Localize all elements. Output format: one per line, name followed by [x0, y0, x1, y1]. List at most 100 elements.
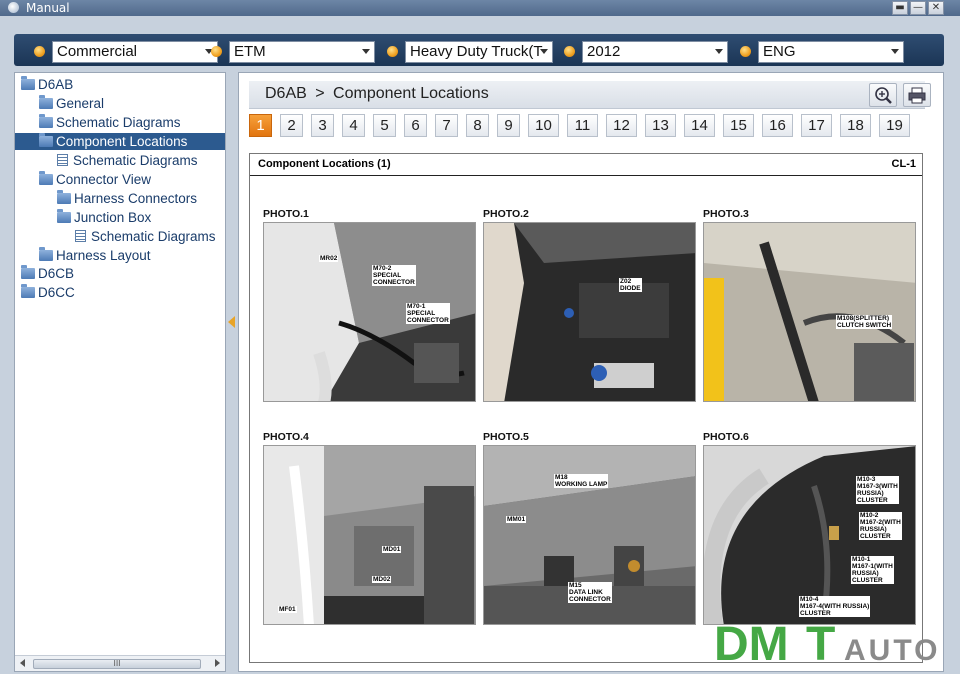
page-button-18[interactable]: 18: [840, 114, 871, 137]
folder-open-icon: [57, 209, 71, 223]
page-number: 2: [287, 117, 296, 134]
model-select[interactable]: Heavy Duty Truck(T: [405, 41, 553, 63]
page-button-3[interactable]: 3: [311, 114, 334, 137]
callout-label: M10-2 M167-2(WITH RUSSIA) CLUSTER: [859, 512, 902, 540]
breadcrumb-root[interactable]: D6AB: [265, 85, 307, 102]
sheet-code: CL-1: [891, 158, 916, 170]
minimize-icon: ▬: [895, 2, 905, 13]
folder-open-icon: [39, 171, 53, 185]
folder-icon: [39, 114, 53, 128]
bullet-icon: [564, 46, 575, 57]
tree-item-harness-connectors[interactable]: Harness Connectors: [57, 190, 197, 207]
folder-icon: [21, 284, 35, 298]
print-button[interactable]: [903, 83, 931, 107]
tree-item-component-schematic-diagrams[interactable]: Schematic Diagrams: [57, 152, 198, 169]
document-icon: [57, 154, 68, 166]
scrollbar-thumb[interactable]: III: [33, 659, 201, 669]
page-button-4[interactable]: 4: [342, 114, 365, 137]
page-button-19[interactable]: 19: [879, 114, 910, 137]
zoom-in-button[interactable]: [869, 83, 897, 107]
tree-item-d6cb[interactable]: D6CB: [21, 265, 74, 282]
tree-item-junction-box[interactable]: Junction Box: [57, 209, 151, 226]
manual-type-select[interactable]: ETM: [229, 41, 375, 63]
page-number: 18: [847, 117, 864, 134]
callout-label: MM01: [506, 516, 527, 523]
tree-item-d6cc[interactable]: D6CC: [21, 284, 75, 301]
page-number: 3: [318, 117, 327, 134]
page-number: 14: [691, 117, 708, 134]
tree-item-component-locations[interactable]: Component Locations: [15, 133, 225, 150]
minimize-button[interactable]: ▬: [892, 1, 908, 15]
page-button-8[interactable]: 8: [466, 114, 489, 137]
tree-item-label: Schematic Diagrams: [91, 229, 216, 244]
zoom-in-icon: [875, 87, 892, 104]
page-button-14[interactable]: 14: [684, 114, 715, 137]
photo-2: Z02 DIODE: [483, 222, 696, 402]
tree-item-label: Schematic Diagrams: [56, 115, 181, 130]
maximize-icon: —: [913, 2, 923, 13]
photo-6: M10-3 M167-3(WITH RUSSIA) CLUSTER M10-2 …: [703, 445, 916, 625]
app-icon: [8, 2, 19, 13]
engine-select-value: ENG: [763, 43, 796, 60]
page-number: 13: [652, 117, 669, 134]
page-button-1[interactable]: 1: [249, 114, 272, 137]
close-button[interactable]: ✕: [928, 1, 944, 15]
page-button-10[interactable]: 10: [528, 114, 559, 137]
callout-label: M108(SPLITTER) CLUTCH SWITCH: [836, 315, 893, 329]
page-button-5[interactable]: 5: [373, 114, 396, 137]
photo-3-image: [704, 223, 915, 401]
callout-label: MR02: [319, 255, 339, 262]
tree-item-connector-view[interactable]: Connector View: [39, 171, 151, 188]
page-button-6[interactable]: 6: [404, 114, 427, 137]
chevron-down-icon: [715, 49, 723, 54]
page-number: 15: [730, 117, 747, 134]
folder-icon: [39, 95, 53, 109]
breadcrumb-text: D6AB > Component Locations: [265, 85, 489, 103]
page-button-15[interactable]: 15: [723, 114, 754, 137]
horizontal-scrollbar[interactable]: III: [15, 655, 225, 671]
category-select[interactable]: Commercial: [52, 41, 218, 63]
tree-item-label: D6AB: [38, 77, 74, 92]
page-button-7[interactable]: 7: [435, 114, 458, 137]
photo-4: MD01 MD02 MF01: [263, 445, 476, 625]
page-button-13[interactable]: 13: [645, 114, 676, 137]
page-button-11[interactable]: 11: [567, 114, 598, 137]
engine-select[interactable]: ENG: [758, 41, 904, 63]
folder-open-icon: [21, 76, 35, 90]
model-select-value: Heavy Duty Truck(T: [410, 43, 543, 60]
tree-item-label: Schematic Diagrams: [73, 153, 198, 168]
year-select[interactable]: 2012: [582, 41, 728, 63]
scroll-left-icon[interactable]: [20, 659, 25, 667]
year-select-value: 2012: [587, 43, 621, 60]
page-button-12[interactable]: 12: [606, 114, 637, 137]
page-number: 19: [886, 117, 903, 134]
callout-label: Z02 DIODE: [619, 278, 642, 292]
collapse-sidebar-icon[interactable]: [228, 316, 235, 328]
tree-item-schematic-diagrams[interactable]: Schematic Diagrams: [39, 114, 181, 131]
scroll-right-icon[interactable]: [215, 659, 220, 667]
bullet-icon: [34, 46, 45, 57]
photo-label: PHOTO.2: [483, 208, 529, 220]
page-number: 6: [411, 117, 420, 134]
tree-item-junction-schematic-diagrams[interactable]: Schematic Diagrams: [75, 228, 216, 245]
tree-item-harness-layout[interactable]: Harness Layout: [39, 247, 151, 264]
page-button-2[interactable]: 2: [280, 114, 303, 137]
watermark-logo-t: T: [806, 618, 835, 670]
tree-item-label: Harness Layout: [56, 248, 151, 263]
tree-item-general[interactable]: General: [39, 95, 104, 112]
maximize-button[interactable]: —: [910, 1, 926, 15]
page-number: 9: [504, 117, 513, 134]
callout-label: M70-2 SPECIAL CONNECTOR: [372, 265, 416, 286]
window-title: Manual: [26, 1, 70, 15]
watermark-logo-dm: DM: [714, 618, 789, 670]
page-button-17[interactable]: 17: [801, 114, 832, 137]
page-number: 17: [808, 117, 825, 134]
callout-label: MD01: [382, 546, 402, 553]
sheet-title: Component Locations (1): [258, 158, 391, 170]
callout-label: MF01: [278, 606, 297, 613]
page-button-9[interactable]: 9: [497, 114, 520, 137]
tree-item-label: Component Locations: [56, 134, 188, 149]
tree-item-d6ab[interactable]: D6AB: [21, 76, 73, 93]
page-button-16[interactable]: 16: [762, 114, 793, 137]
page-number: 4: [349, 117, 358, 134]
